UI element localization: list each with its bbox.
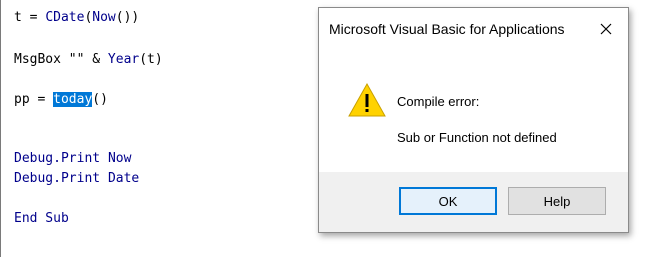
close-icon [600, 23, 612, 35]
error-message: Sub or Function not defined [397, 130, 557, 145]
code-keyword: Debug [14, 171, 54, 186]
code-keyword: Year [107, 52, 140, 67]
ok-button[interactable]: OK [399, 187, 497, 215]
error-heading: Compile error: [397, 94, 480, 109]
vba-editor-window: t = CDate(Now()) MsgBox "" & Year(t) pp … [0, 0, 654, 257]
code-keyword: .Print [53, 171, 108, 186]
dialog-footer: OK Help [319, 172, 628, 232]
code-line-6[interactable]: End Sub [14, 210, 69, 228]
close-button[interactable] [594, 17, 618, 41]
code-keyword: CDate [45, 10, 85, 25]
dialog-content: Compile error: Sub or Function not defin… [319, 52, 628, 172]
dialog-title: Microsoft Visual Basic for Applications [329, 21, 565, 37]
code-keyword: Now [107, 151, 132, 166]
code-keyword: .Print [53, 151, 108, 166]
code-line-1[interactable]: t = CDate(Now()) [14, 9, 139, 27]
code-line-5[interactable]: Debug.Print Date [14, 170, 139, 188]
code-token: () [92, 92, 108, 107]
code-token: (t) [139, 52, 163, 67]
code-token: t = [14, 10, 46, 25]
code-keyword: Debug [14, 151, 54, 166]
compile-error-dialog: Microsoft Visual Basic for Applications … [318, 7, 629, 233]
code-token: MsgBox "" & [14, 52, 108, 67]
help-button[interactable]: Help [508, 187, 606, 215]
code-line-2[interactable]: MsgBox "" & Year(t) [14, 51, 163, 69]
code-keyword: Now [92, 10, 116, 25]
code-keyword: Date [107, 171, 140, 186]
code-line-4[interactable]: Debug.Print Now [14, 150, 131, 168]
code-keyword: End Sub [14, 211, 69, 226]
code-token: pp = [14, 92, 54, 107]
warning-icon [348, 82, 386, 117]
code-line-3[interactable]: pp = today() [14, 91, 108, 109]
selected-text[interactable]: today [53, 92, 93, 107]
code-token: ()) [115, 10, 140, 25]
dialog-titlebar[interactable]: Microsoft Visual Basic for Applications [319, 8, 628, 52]
